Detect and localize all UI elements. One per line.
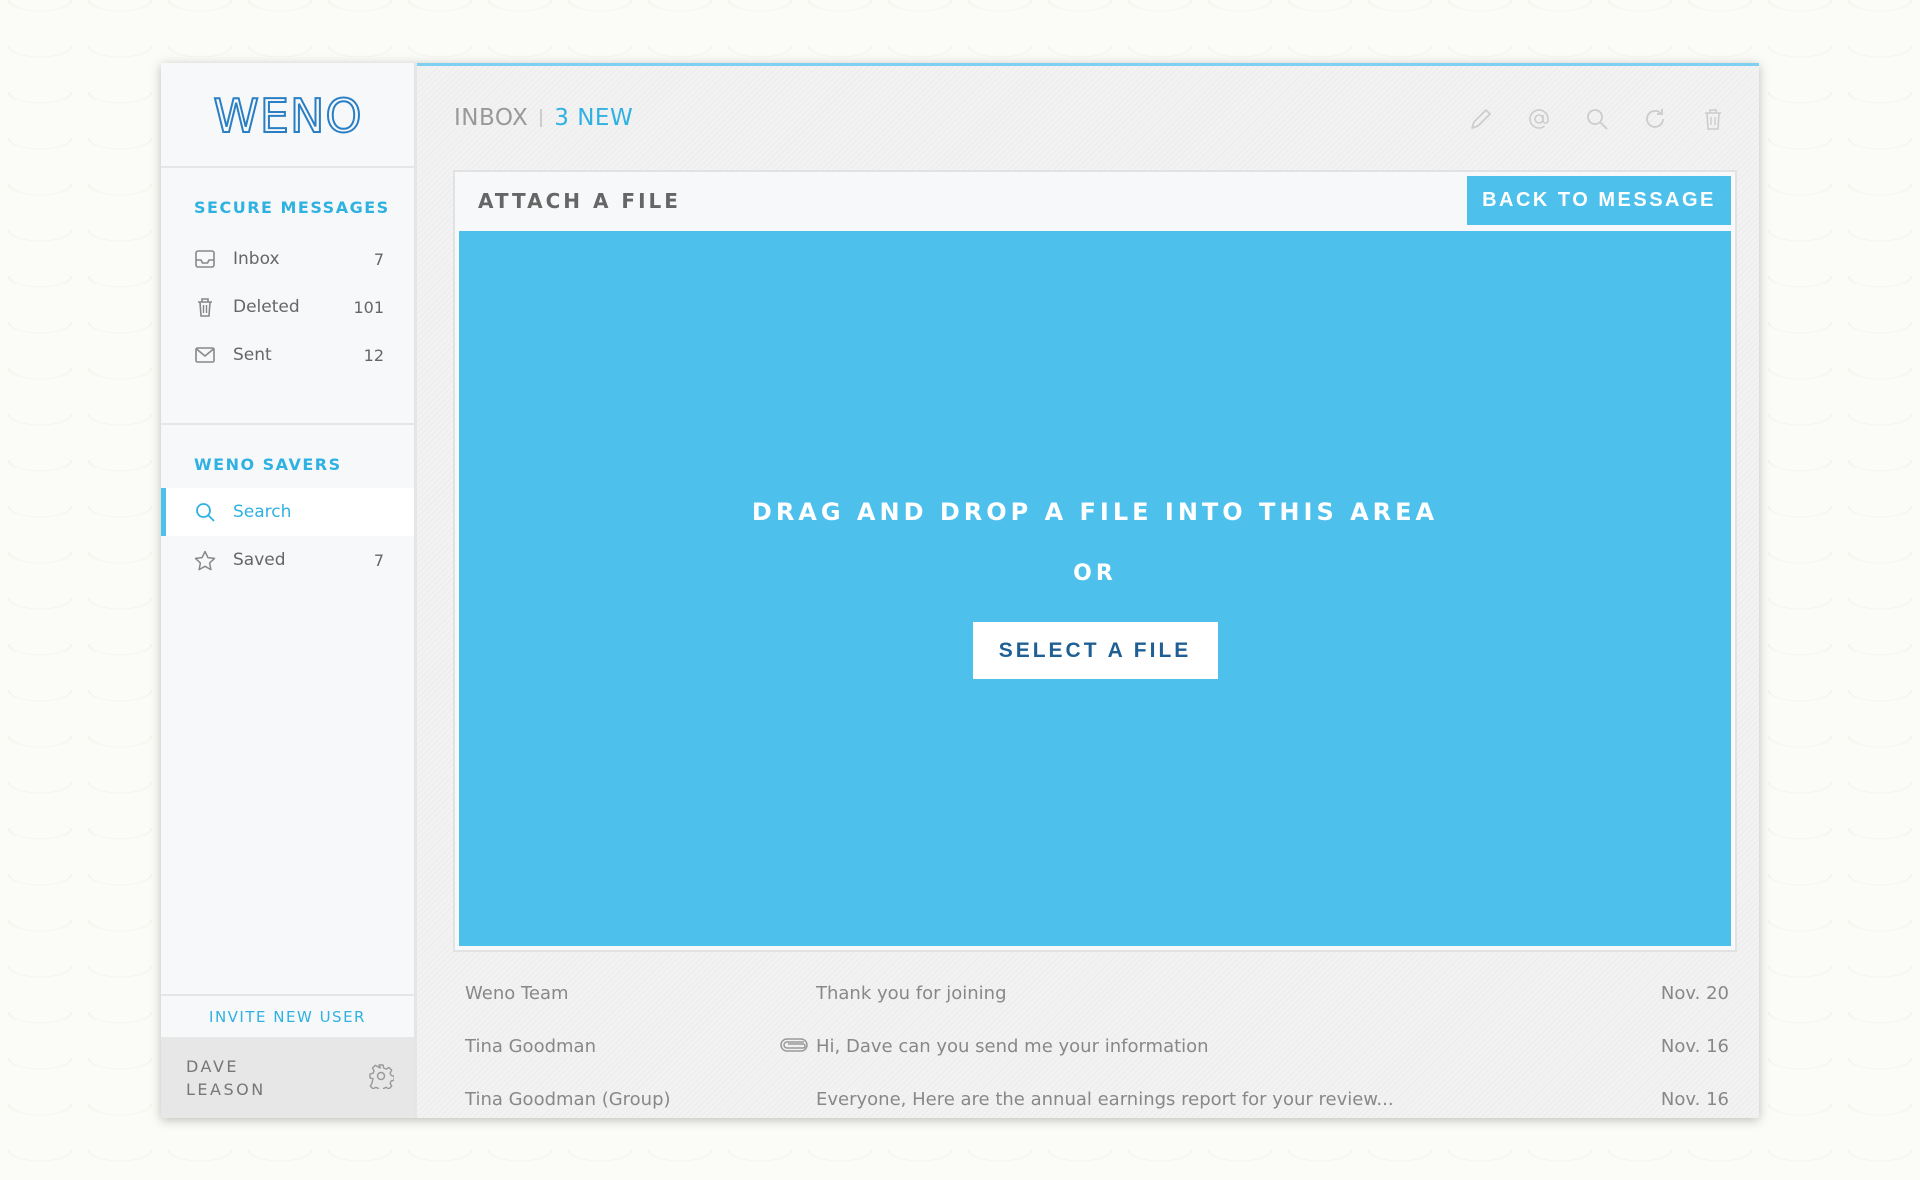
inbox-icon [194, 248, 216, 270]
sidebar-item-label: Deleted [233, 297, 300, 317]
sidebar-item-deleted[interactable]: Deleted 101 [161, 283, 414, 331]
new-count-link[interactable]: 3 NEW [554, 105, 633, 131]
compose-icon[interactable] [1468, 106, 1494, 132]
message-row[interactable]: Tina Goodman (Group) Everyone, Here are … [453, 1073, 1737, 1126]
sidebar-item-label: Saved [233, 550, 286, 570]
weno-savers-title: WENO SAVERS [194, 455, 342, 474]
message-date: Nov. 16 [1660, 1036, 1729, 1057]
sidebar-item-label: Search [233, 502, 292, 522]
back-to-message-button[interactable]: BACK TO MESSAGE [1467, 176, 1731, 225]
logo-area: WENO [161, 63, 414, 168]
message-date: Nov. 20 [1660, 983, 1729, 1004]
topbar: INBOX 3 NEW [417, 66, 1759, 169]
message-row[interactable]: Tina Goodman Hi, Dave can you send me yo… [453, 1020, 1737, 1073]
message-subject: Everyone, Here are the annual earnings r… [816, 1089, 1394, 1110]
sidebar-item-count: 7 [373, 550, 384, 570]
at-icon[interactable] [1526, 106, 1552, 132]
message-list: Weno Team Thank you for joining Nov. 20 … [453, 967, 1737, 1126]
weno-logo[interactable]: WENO [193, 92, 383, 138]
sidebar-item-label: Sent [233, 345, 272, 365]
message-sender: Weno Team [465, 983, 569, 1004]
sidebar-item-label: Inbox [233, 249, 280, 269]
dropzone-or: OR [1073, 561, 1117, 586]
user-name[interactable]: DAVE LEASON [186, 1055, 368, 1101]
invite-new-user-link[interactable]: INVITE NEW USER [161, 994, 414, 1037]
search-icon [194, 501, 216, 523]
message-sender: Tina Goodman [465, 1036, 596, 1057]
sidebar-item-sent[interactable]: Sent 12 [161, 331, 414, 379]
message-row[interactable]: Weno Team Thank you for joining Nov. 20 [453, 967, 1737, 1020]
select-file-button[interactable]: SELECT A FILE [972, 622, 1218, 679]
user-panel: DAVE LEASON [161, 1037, 414, 1118]
user-first-name: DAVE [186, 1056, 240, 1076]
sidebar-item-count: 7 [373, 249, 384, 269]
envelope-icon [194, 344, 216, 366]
sidebar-item-saved[interactable]: Saved 7 [161, 536, 414, 584]
trash-icon [194, 296, 216, 318]
message-date: Nov. 16 [1660, 1089, 1729, 1110]
paperclip-icon [780, 1036, 808, 1057]
sidebar-item-search[interactable]: Search [161, 488, 414, 536]
toolbar [1468, 106, 1726, 132]
sidebar: WENO SECURE MESSAGES Inbox 7 Deleted 101… [161, 63, 417, 1118]
refresh-icon[interactable] [1642, 106, 1668, 132]
sidebar-item-inbox[interactable]: Inbox 7 [161, 235, 414, 283]
panel-title: ATTACH A FILE [478, 188, 681, 213]
trash-icon[interactable] [1700, 106, 1726, 132]
dropzone-instruction: DRAG AND DROP A FILE INTO THIS AREA [751, 498, 1439, 526]
gear-icon[interactable] [368, 1063, 395, 1093]
star-icon [194, 549, 216, 571]
sidebar-item-count: 101 [353, 297, 384, 317]
heading-separator [540, 108, 543, 127]
user-last-name: LEASON [186, 1079, 266, 1099]
sidebar-item-count: 12 [363, 345, 384, 365]
app-window: WENO SECURE MESSAGES Inbox 7 Deleted 101… [161, 63, 1759, 1118]
svg-text:WENO: WENO [213, 92, 362, 138]
search-icon[interactable] [1584, 106, 1610, 132]
attach-file-panel: ATTACH A FILE BACK TO MESSAGE DRAG AND D… [453, 170, 1737, 952]
panel-header: ATTACH A FILE BACK TO MESSAGE [455, 172, 1735, 229]
message-sender: Tina Goodman (Group) [465, 1089, 671, 1110]
main-content: INBOX 3 NEW ATTACH A FILE BACK TO MESSAG… [417, 63, 1759, 1118]
inbox-heading[interactable]: INBOX [454, 105, 528, 131]
message-subject: Hi, Dave can you send me your informatio… [816, 1036, 1209, 1057]
message-subject: Thank you for joining [816, 983, 1007, 1004]
file-dropzone[interactable]: DRAG AND DROP A FILE INTO THIS AREA OR S… [459, 231, 1731, 946]
secure-messages-title: SECURE MESSAGES [194, 198, 390, 217]
